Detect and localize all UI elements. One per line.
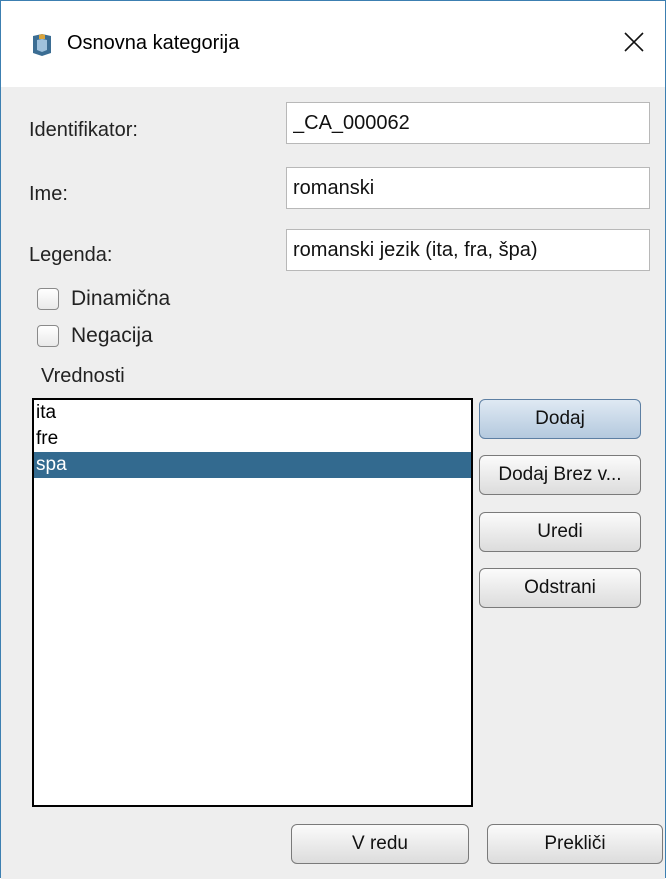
- legend-label: Legenda:: [29, 244, 113, 266]
- remove-button[interactable]: Odstrani: [479, 568, 641, 608]
- negation-checkbox-label: Negacija: [71, 324, 153, 347]
- name-label: Ime:: [29, 183, 68, 205]
- edit-button[interactable]: Uredi: [479, 512, 641, 552]
- list-item[interactable]: ita: [34, 400, 471, 426]
- legend-field[interactable]: [286, 229, 650, 271]
- dialog-content: Identifikator: Ime: Legenda: Dinamična N…: [1, 87, 665, 879]
- identifier-label: Identifikator:: [29, 119, 138, 141]
- ok-button[interactable]: V redu: [291, 824, 469, 864]
- app-icon: [31, 33, 53, 57]
- close-icon: [623, 31, 645, 58]
- name-field[interactable]: [286, 167, 650, 209]
- add-without-button[interactable]: Dodaj Brez v...: [479, 455, 641, 495]
- values-group-label: Vrednosti: [41, 365, 125, 387]
- list-item[interactable]: fre: [34, 426, 471, 452]
- close-button[interactable]: [617, 27, 651, 61]
- dynamic-checkbox[interactable]: [37, 288, 59, 310]
- identifier-field[interactable]: [286, 102, 650, 144]
- negation-checkbox[interactable]: [37, 325, 59, 347]
- add-button[interactable]: Dodaj: [479, 399, 641, 439]
- title-bar: Osnovna kategorija: [1, 1, 665, 87]
- category-dialog: Osnovna kategorija Identifikator: Ime: L…: [0, 0, 666, 879]
- dynamic-checkbox-label: Dinamična: [71, 287, 171, 310]
- negation-checkbox-row[interactable]: Negacija: [37, 322, 153, 350]
- list-item-selected[interactable]: spa: [34, 452, 471, 478]
- cancel-button[interactable]: Prekliči: [487, 824, 663, 864]
- values-list[interactable]: ita fre spa: [32, 398, 473, 807]
- window-title: Osnovna kategorija: [67, 32, 240, 54]
- dynamic-checkbox-row[interactable]: Dinamična: [37, 285, 170, 313]
